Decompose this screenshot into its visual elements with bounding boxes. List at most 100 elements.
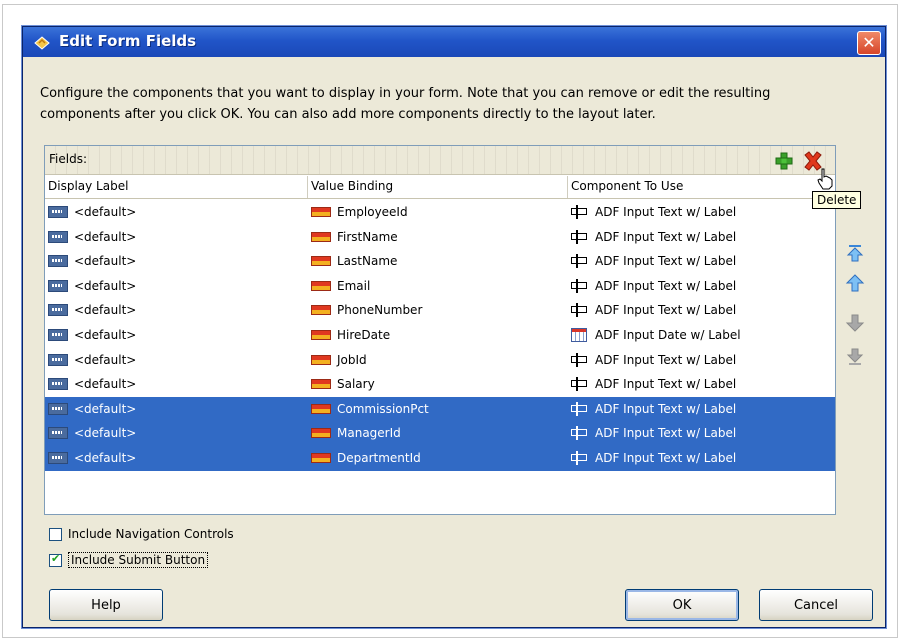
display-label-cell[interactable]: <default> bbox=[48, 372, 136, 396]
component-cell[interactable]: ADF Input Text w/ Label bbox=[571, 372, 736, 396]
table-row[interactable]: <default> Salary ADF Input Text w/ Label bbox=[45, 372, 835, 397]
value-binding-text: ManagerId bbox=[337, 426, 401, 441]
oracle-jdev-icon bbox=[34, 36, 50, 50]
component-cell[interactable]: ADF Input Text w/ Label bbox=[571, 421, 736, 445]
component-cell[interactable]: ADF Input Text w/ Label bbox=[571, 249, 736, 273]
component-cell[interactable]: ADF Input Text w/ Label bbox=[571, 348, 736, 372]
table-header: Display Label Value Binding Component To… bbox=[45, 176, 835, 199]
value-binding-cell[interactable]: Email bbox=[311, 274, 370, 298]
table-row[interactable]: <default> LastName ADF Input Text w/ Label bbox=[45, 249, 835, 274]
fields-table-body: <default> EmployeeId ADF Input Text w/ Lab… bbox=[45, 200, 835, 471]
table-row[interactable]: <default> JobId ADF Input Text w/ Label bbox=[45, 348, 835, 373]
close-button[interactable]: ✕ bbox=[857, 31, 881, 55]
value-binding-cell[interactable]: CommissionPct bbox=[311, 397, 429, 421]
display-label-cell[interactable]: <default> bbox=[48, 397, 136, 421]
move-down-icon[interactable] bbox=[844, 312, 866, 334]
help-button[interactable]: Help bbox=[49, 589, 163, 621]
component-cell[interactable]: ADF Input Text w/ Label bbox=[571, 298, 736, 322]
value-binding-cell[interactable]: DepartmentId bbox=[311, 446, 421, 470]
table-row[interactable]: <default> Email ADF Input Text w/ Label bbox=[45, 274, 835, 299]
display-label-text: <default> bbox=[74, 205, 137, 219]
component-text: ADF Input Text w/ Label bbox=[595, 426, 737, 441]
component-text: ADF Input Text w/ Label bbox=[595, 278, 737, 293]
cancel-button[interactable]: Cancel bbox=[759, 589, 873, 621]
value-binding-cell[interactable]: PhoneNumber bbox=[311, 298, 422, 322]
binding-attribute-icon bbox=[311, 256, 331, 267]
display-label-cell[interactable]: <default> bbox=[48, 348, 136, 372]
default-label-icon bbox=[48, 378, 68, 391]
table-row[interactable]: <default> FirstName ADF Input Text w/ Labe… bbox=[45, 225, 835, 250]
binding-attribute-icon bbox=[311, 207, 331, 217]
value-binding-cell[interactable]: Salary bbox=[311, 372, 375, 396]
table-row[interactable]: <default> EmployeeId ADF Input Text w/ Lab… bbox=[45, 200, 835, 225]
column-header-value-binding[interactable]: Value Binding bbox=[311, 179, 393, 193]
ok-button[interactable]: OK bbox=[625, 589, 739, 621]
title-bar[interactable]: Edit Form Fields ✕ bbox=[23, 27, 885, 57]
value-binding-cell[interactable]: FirstName bbox=[311, 225, 398, 249]
value-binding-text: Email bbox=[337, 278, 371, 293]
display-label-cell[interactable]: <default> bbox=[48, 323, 136, 347]
navigation-controls-option[interactable]: Include Navigation Controls bbox=[49, 527, 234, 541]
column-divider[interactable] bbox=[307, 176, 308, 198]
value-binding-cell[interactable]: EmployeeId bbox=[311, 200, 408, 224]
submit-button-checkbox[interactable] bbox=[49, 552, 62, 567]
component-cell[interactable]: ADF Input Text w/ Label bbox=[571, 397, 736, 421]
value-binding-cell[interactable]: ManagerId bbox=[311, 421, 401, 445]
value-binding-text: Salary bbox=[337, 377, 375, 392]
submit-button-label: Include Submit Button bbox=[68, 552, 209, 568]
table-row[interactable]: <default> HireDate ADF Input Date w/ Label bbox=[45, 323, 835, 348]
submit-button-option[interactable]: Include Submit Button bbox=[49, 552, 209, 568]
navigation-controls-checkbox[interactable] bbox=[49, 527, 62, 541]
default-label-icon bbox=[48, 279, 68, 292]
component-cell[interactable]: ADF Input Text w/ Label bbox=[571, 446, 736, 470]
component-cell[interactable]: ADF Input Text w/ Label bbox=[571, 274, 736, 298]
display-label-text: <default> bbox=[74, 327, 137, 342]
navigation-controls-label: Include Navigation Controls bbox=[68, 527, 234, 541]
default-label-icon bbox=[48, 353, 68, 366]
value-binding-cell[interactable]: HireDate bbox=[311, 323, 390, 347]
display-label-cell[interactable]: <default> bbox=[48, 249, 136, 273]
display-label-cell[interactable]: <default> bbox=[48, 298, 136, 322]
display-label-text: <default> bbox=[74, 450, 137, 465]
value-binding-cell[interactable]: LastName bbox=[311, 249, 397, 273]
table-row[interactable]: <default> CommissionPct ADF Input Text w/ … bbox=[45, 396, 835, 422]
binding-attribute-icon bbox=[311, 231, 331, 242]
component-text: ADF Input Text w/ Label bbox=[595, 303, 737, 318]
column-header-component[interactable]: Component To Use bbox=[571, 179, 683, 193]
display-label-text: <default> bbox=[74, 278, 137, 293]
column-header-display-label[interactable]: Display Label bbox=[48, 179, 128, 193]
default-label-icon bbox=[48, 206, 68, 218]
component-cell[interactable]: ADF Input Date w/ Label bbox=[571, 323, 741, 347]
move-to-top-icon[interactable] bbox=[844, 242, 866, 264]
component-text: ADF Input Date w/ Label bbox=[595, 327, 741, 342]
display-label-text: <default> bbox=[74, 229, 137, 244]
display-label-cell[interactable]: <default> bbox=[48, 225, 136, 249]
component-text: ADF Input Text w/ Label bbox=[595, 205, 737, 219]
table-row[interactable]: <default> DepartmentId ADF Input Text w/ L… bbox=[45, 445, 835, 471]
default-label-icon bbox=[48, 230, 68, 243]
component-cell[interactable]: ADF Input Text w/ Label bbox=[571, 225, 736, 249]
display-label-cell[interactable]: <default> bbox=[48, 421, 136, 445]
input-text-icon bbox=[571, 426, 589, 441]
input-text-icon bbox=[571, 303, 589, 318]
add-field-icon[interactable] bbox=[773, 150, 795, 172]
binding-attribute-icon bbox=[311, 329, 331, 340]
display-label-text: <default> bbox=[74, 426, 137, 441]
binding-attribute-icon bbox=[311, 280, 331, 291]
component-text: ADF Input Text w/ Label bbox=[595, 377, 737, 392]
binding-attribute-icon bbox=[311, 452, 331, 463]
table-row[interactable]: <default> ManagerId ADF Input Text w/ Labe… bbox=[45, 421, 835, 446]
fields-label: Fields: bbox=[49, 152, 87, 166]
default-label-icon bbox=[48, 255, 68, 268]
default-label-icon bbox=[48, 328, 68, 341]
component-cell[interactable]: ADF Input Text w/ Label bbox=[571, 200, 736, 224]
display-label-cell[interactable]: <default> bbox=[48, 274, 136, 298]
table-row[interactable]: <default> PhoneNumber ADF Input Text w/ La… bbox=[45, 298, 835, 323]
value-binding-cell[interactable]: JobId bbox=[311, 348, 367, 372]
default-label-icon bbox=[48, 451, 68, 464]
display-label-cell[interactable]: <default> bbox=[48, 200, 136, 224]
column-divider[interactable] bbox=[567, 176, 568, 198]
move-up-icon[interactable] bbox=[844, 272, 866, 294]
move-to-bottom-icon[interactable] bbox=[844, 346, 866, 368]
display-label-cell[interactable]: <default> bbox=[48, 446, 136, 470]
